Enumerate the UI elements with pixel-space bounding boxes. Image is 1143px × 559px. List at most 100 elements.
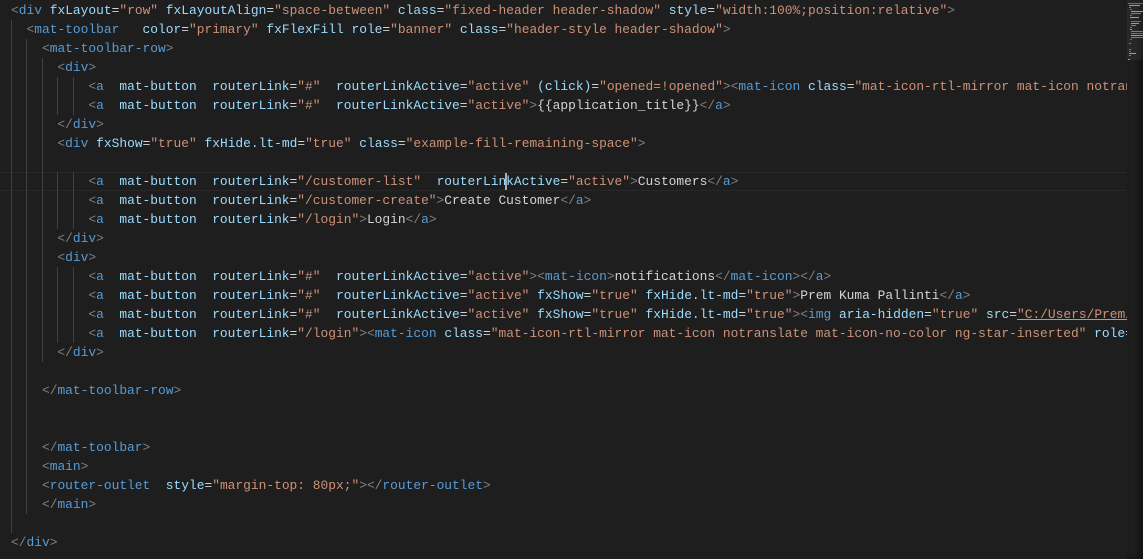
indent-guide (11, 418, 12, 438)
code-line[interactable]: <main> (0, 456, 1127, 476)
code-line[interactable]: </div> (0, 342, 1127, 362)
code-line[interactable]: <a mat-button routerLink="#" routerLinkA… (0, 95, 1127, 115)
tag-token: main (49, 458, 81, 474)
indent-guide (11, 114, 12, 134)
minimap-line (1129, 51, 1132, 52)
code-line[interactable]: <mat-toolbar-row> (0, 38, 1127, 58)
text-token: = (297, 135, 306, 151)
indent-guide (11, 266, 12, 286)
punctuation-token: </ (800, 268, 816, 284)
code-line[interactable]: <a mat-button routerLink="/customer-crea… (0, 190, 1127, 210)
indent-guide (11, 133, 12, 153)
code-line[interactable] (0, 152, 1127, 172)
code-line[interactable] (0, 399, 1127, 419)
string-token: "#" (297, 287, 321, 303)
punctuation-token: > (823, 268, 832, 284)
code-line[interactable]: </main> (0, 494, 1127, 514)
code-line[interactable]: </mat-toolbar> (0, 437, 1127, 457)
string-token: "mat-icon-rtl-mirror mat-icon notranslat… (490, 325, 1087, 341)
indent-guide (26, 399, 28, 419)
code-line[interactable] (0, 418, 1127, 438)
code-line[interactable]: </div> (0, 533, 1127, 552)
punctuation-token: < (537, 268, 545, 284)
text-token: = (591, 78, 600, 94)
code-line[interactable]: </mat-toolbar-row> (0, 380, 1127, 400)
punctuation-token: > (359, 477, 367, 493)
minimap-line (1129, 15, 1132, 16)
code-line[interactable] (0, 361, 1127, 381)
code-line[interactable]: <router-outlet style="margin-top: 80px;"… (0, 475, 1127, 495)
tag-token: a (722, 173, 731, 189)
punctuation-token: < (57, 249, 66, 265)
code-line[interactable] (0, 513, 1127, 533)
code-line[interactable]: <a mat-button routerLink="#" routerLinkA… (0, 304, 1127, 324)
indent-guide (41, 228, 43, 248)
code-line[interactable]: <a mat-button routerLink="#" routerLinkA… (0, 76, 1127, 96)
attribute-token: class (359, 135, 398, 151)
minimap-line (1129, 29, 1132, 30)
tag-token: div (65, 59, 89, 75)
punctuation-token: </ (57, 230, 73, 246)
code-editor[interactable]: <div fxLayout="row" fxLayoutAlign="space… (0, 0, 1127, 559)
punctuation-token: < (88, 78, 97, 94)
indent-guide (72, 304, 74, 324)
code-line[interactable]: <div> (0, 57, 1127, 77)
tag-token: a (575, 192, 584, 208)
code-line[interactable]: <a mat-button routerLink="/login"><mat-i… (0, 323, 1127, 343)
punctuation-token: > (96, 230, 104, 246)
minimap-line (1129, 43, 1132, 44)
code-line[interactable]: </div> (0, 114, 1127, 134)
indent-guide (72, 171, 74, 191)
code-line[interactable]: <div> (0, 247, 1127, 267)
punctuation-token: > (722, 78, 731, 94)
code-line[interactable]: <div fxLayout="row" fxLayoutAlign="space… (0, 1, 1127, 20)
minimap-line (1128, 3, 1143, 4)
code-line[interactable]: <a mat-button routerLink="/customer-list… (0, 171, 1127, 191)
minimap-line (1131, 25, 1137, 26)
minimap-line (1131, 21, 1142, 22)
attribute-token: mat-button (119, 192, 197, 208)
text-token: = (483, 325, 491, 341)
code-line[interactable]: <a mat-button routerLink="#" routerLinkA… (0, 266, 1127, 286)
indent-guide (26, 475, 28, 495)
attribute-token: fxLayout (49, 2, 112, 18)
tag-token: a (96, 211, 104, 227)
indent-guide (26, 190, 28, 210)
code-line[interactable]: </div> (0, 228, 1127, 248)
string-token: "true" (931, 306, 979, 322)
string-token: "#" (297, 97, 321, 113)
tag-token: router-outlet (49, 477, 151, 493)
punctuation-token: </ (57, 116, 73, 132)
code-line[interactable]: <a mat-button routerLink="#" routerLinkA… (0, 285, 1127, 305)
punctuation-token: > (947, 2, 955, 18)
indent-guide (41, 209, 43, 229)
text-token: = (707, 2, 716, 18)
punctuation-token: > (142, 439, 151, 455)
attribute-token: role (1094, 325, 1126, 341)
code-line[interactable]: <a mat-button routerLink="/login">Login<… (0, 209, 1127, 229)
punctuation-token: < (88, 287, 97, 303)
tag-token: a (815, 268, 824, 284)
punctuation-token: </ (366, 477, 383, 493)
attribute-token: routerLink (212, 287, 290, 303)
attribute-token: fxShow (96, 135, 143, 151)
indent-guide (41, 152, 43, 172)
code-line[interactable]: <mat-toolbar color="primary" fxFlexFill … (0, 19, 1127, 39)
indent-guide (57, 304, 59, 324)
punctuation-token: </ (560, 192, 576, 208)
code-line[interactable]: <div fxShow="true" fxHide.lt-md="true" c… (0, 133, 1127, 153)
indent-guide (26, 456, 28, 476)
minimap[interactable] (1127, 0, 1143, 559)
text-token: = (459, 287, 468, 303)
